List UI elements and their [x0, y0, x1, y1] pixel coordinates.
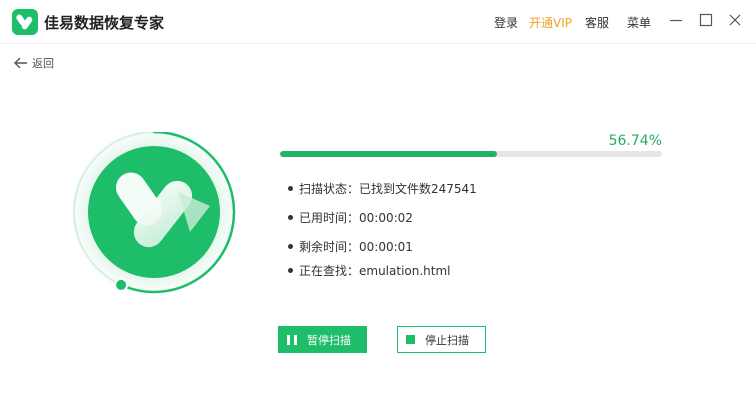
- scan-progress-ring: [66, 128, 250, 302]
- pause-scan-label: 暂停扫描: [307, 333, 351, 347]
- remaining-time-text: 剩余时间：00:00:01: [299, 240, 413, 254]
- stop-icon: [406, 335, 415, 344]
- vip-link[interactable]: 开通VIP: [529, 14, 572, 31]
- info-elapsed: 已用时间：00:00:02: [288, 209, 413, 226]
- bullet-icon: [288, 215, 293, 220]
- login-link[interactable]: 登录: [494, 14, 518, 31]
- info-searching: 正在查找：emulation.html: [288, 262, 451, 279]
- info-remaining: 剩余时间：00:00:01: [288, 238, 413, 255]
- back-button[interactable]: 返回: [14, 56, 54, 70]
- title-bar: 佳易数据恢复专家 登录 开通VIP 客服 菜单: [0, 0, 756, 44]
- elapsed-time-text: 已用时间：00:00:02: [299, 211, 413, 225]
- progress-percent: 56.74%: [608, 133, 662, 149]
- service-link[interactable]: 客服: [585, 14, 609, 31]
- bullet-icon: [288, 186, 293, 191]
- pause-icon: [287, 334, 297, 345]
- minimize-icon[interactable]: [668, 12, 684, 28]
- progress-bar-fill: [280, 151, 497, 157]
- searching-text: 正在查找：emulation.html: [299, 264, 451, 278]
- scan-status-text: 扫描状态：已找到文件数247541: [299, 182, 477, 196]
- pause-scan-button[interactable]: 暂停扫描: [278, 326, 367, 353]
- bullet-icon: [288, 244, 293, 249]
- app-title: 佳易数据恢复专家: [44, 14, 165, 32]
- stop-scan-label: 停止扫描: [425, 333, 469, 347]
- stop-scan-button[interactable]: 停止扫描: [397, 326, 486, 353]
- bullet-icon: [288, 268, 293, 273]
- back-label: 返回: [32, 57, 54, 70]
- maximize-icon[interactable]: [698, 12, 714, 28]
- menu-link[interactable]: 菜单: [627, 14, 651, 31]
- arrow-left-icon: [14, 54, 28, 73]
- info-scan-status: 扫描状态：已找到文件数247541: [288, 180, 477, 197]
- close-icon[interactable]: [727, 12, 743, 28]
- progress-bar: [280, 151, 662, 157]
- app-logo-icon: [12, 9, 38, 35]
